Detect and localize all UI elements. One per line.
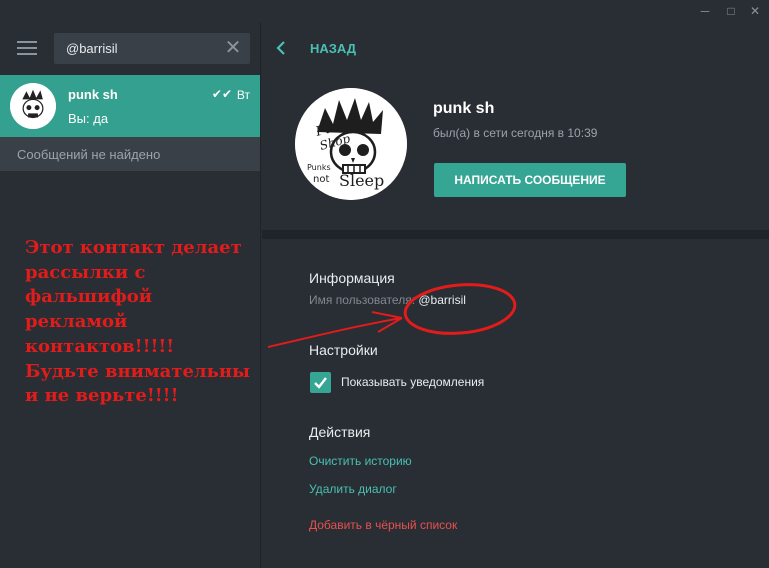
block-user-link[interactable]: Добавить в чёрный список xyxy=(309,518,457,532)
profile-avatar[interactable]: Punk Shop Punks not Sleep xyxy=(295,88,407,200)
chat-avatar xyxy=(10,83,56,129)
minimize-button[interactable]: ─ xyxy=(697,3,713,19)
profile-name: punk sh xyxy=(433,100,495,117)
notifications-checkbox[interactable] xyxy=(310,372,331,393)
title-bar: ─ □ ✕ xyxy=(0,0,769,22)
checkmark-icon xyxy=(314,377,327,389)
username-label: Имя пользователя: xyxy=(309,293,416,307)
info-section-title: Информация xyxy=(309,270,395,286)
chevron-left-icon xyxy=(276,41,285,55)
search-input[interactable]: @barrisil ✕ xyxy=(54,33,250,64)
maximize-button[interactable]: □ xyxy=(723,3,739,19)
chat-time: Вт xyxy=(236,88,250,102)
delete-dialog-link[interactable]: Удалить диалог xyxy=(309,482,397,496)
avatar-lettering-not: not xyxy=(313,174,329,185)
chat-preview: Вы: да xyxy=(68,111,109,126)
settings-section-title: Настройки xyxy=(309,342,378,358)
profile-panel: НАЗАД Punk Shop Punks not Sleep punk sh … xyxy=(262,22,769,568)
chat-name: punk sh xyxy=(68,87,118,102)
send-message-button[interactable]: НАПИСАТЬ СООБЩЕНИЕ xyxy=(434,163,626,197)
hamburger-menu-icon[interactable] xyxy=(17,41,37,55)
section-divider xyxy=(262,230,769,239)
clear-search-icon[interactable]: ✕ xyxy=(224,38,242,58)
username-row: Имя пользователя: @barrisil xyxy=(309,293,466,307)
profile-status: был(а) в сети сегодня в 10:39 xyxy=(433,126,598,140)
back-label: НАЗАД xyxy=(310,41,357,56)
chat-list-item[interactable]: punk sh ✔✔ Вт Вы: да xyxy=(0,75,260,137)
avatar-lettering-sleep: Sleep xyxy=(339,171,384,190)
username-value[interactable]: @barrisil xyxy=(418,293,466,307)
no-messages-banner: Сообщений не найдено xyxy=(0,137,260,171)
actions-section-title: Действия xyxy=(309,424,371,440)
search-query: @barrisil xyxy=(66,41,118,56)
no-messages-text: Сообщений не найдено xyxy=(17,147,161,162)
notifications-label[interactable]: Показывать уведомления xyxy=(341,375,484,389)
warning-annotation: Этот контакт делает рассылки с фальшифой… xyxy=(25,237,251,407)
close-window-button[interactable]: ✕ xyxy=(747,3,763,19)
avatar-lettering-punks: Punks xyxy=(307,163,331,172)
clear-history-link[interactable]: Очистить историю xyxy=(309,454,412,468)
double-check-icon: ✔✔ xyxy=(211,87,232,101)
